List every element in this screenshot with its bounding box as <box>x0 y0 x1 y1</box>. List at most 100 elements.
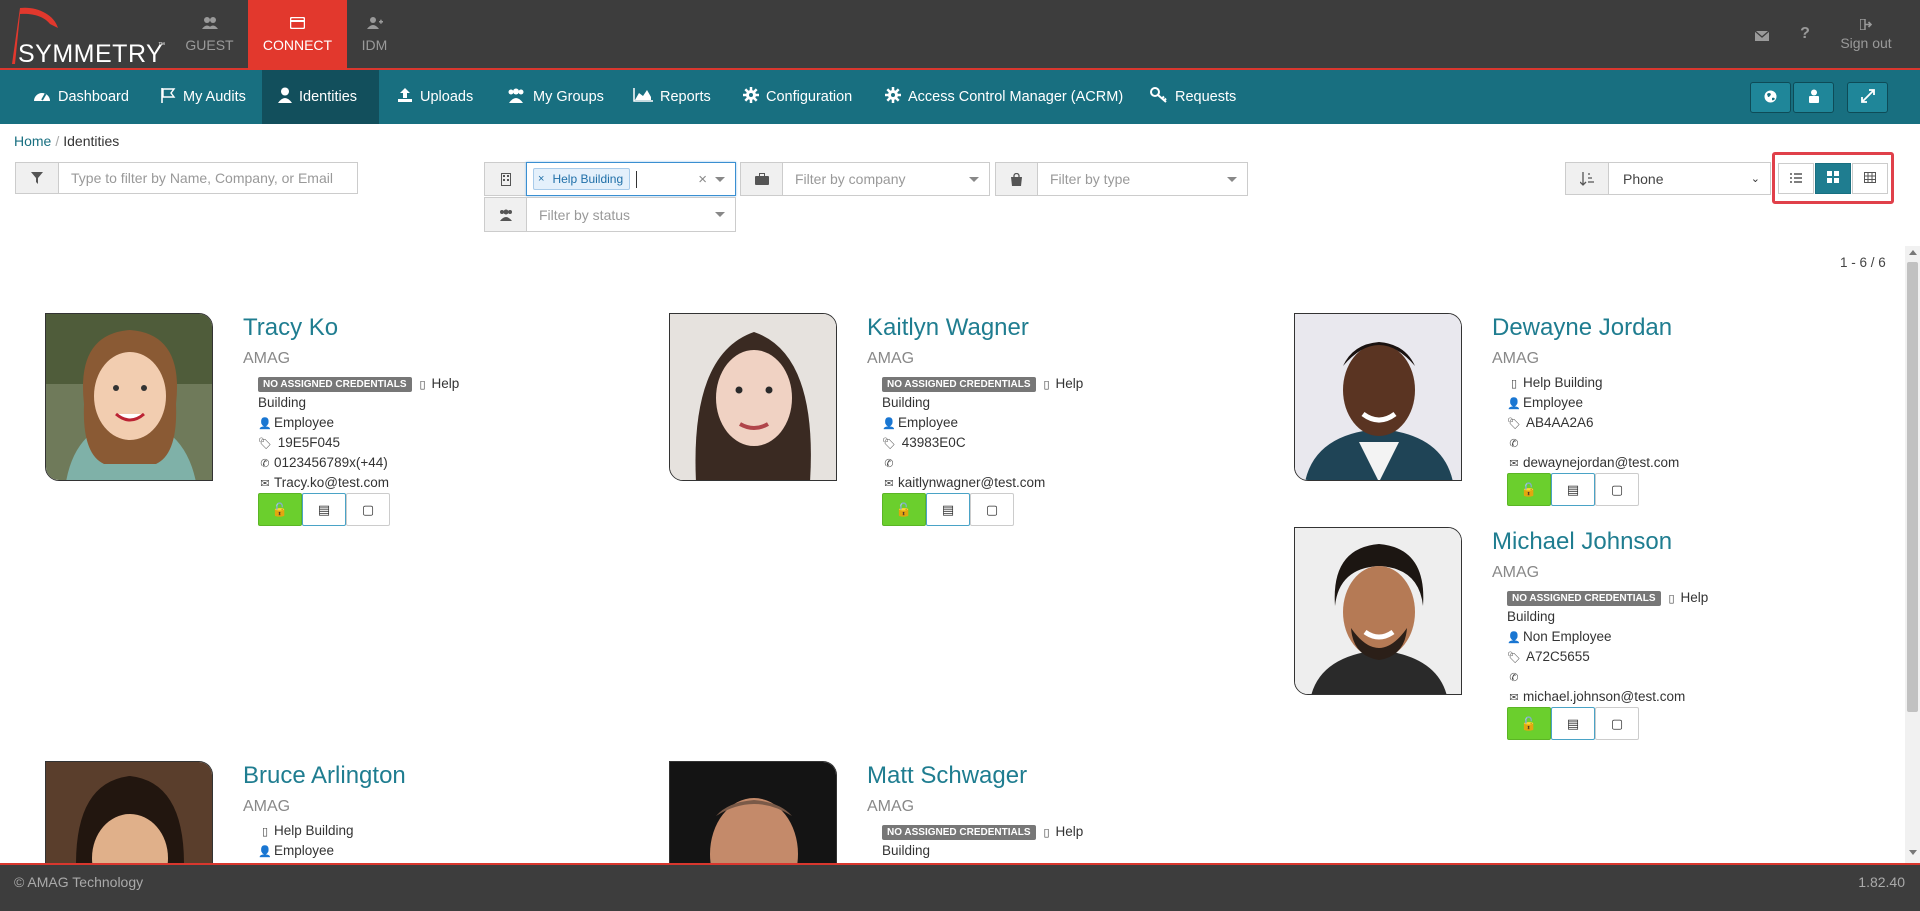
nav-configuration[interactable]: Configuration <box>727 70 868 124</box>
identity-email[interactable]: dewaynejordan@test.com <box>1523 455 1679 470</box>
tag-icon: 🏷 <box>1507 418 1521 430</box>
unlock-icon: 🔓 <box>1520 715 1538 731</box>
identity-photo[interactable] <box>669 761 837 863</box>
list-view-button[interactable] <box>1778 163 1814 194</box>
type-filter-placeholder: Filter by type <box>1050 171 1131 187</box>
status-filter-select[interactable]: Filter by status <box>526 197 736 232</box>
identity-tag: 19E5F045 <box>277 435 341 450</box>
nav-acrm[interactable]: Access Control Manager (ACRM) <box>869 70 1139 124</box>
mail-icon[interactable] <box>1752 28 1772 44</box>
identity-name[interactable]: Tracy Ko <box>243 314 338 342</box>
identity-building: Help Building <box>1523 375 1603 390</box>
identity-building-line: ▯ Help Building <box>1507 375 1603 390</box>
user-icon: 👤 <box>882 418 896 430</box>
identity-email[interactable]: kaitlynwagner@test.com <box>898 475 1045 490</box>
breadcrumb-home[interactable]: Home <box>14 133 51 149</box>
identity-name[interactable]: Michael Johnson <box>1492 528 1672 556</box>
badge-card-button[interactable]: ▤ <box>926 493 970 526</box>
chevron-down-icon[interactable] <box>1227 177 1237 182</box>
nav-reports[interactable]: Reports <box>617 70 727 124</box>
logo-text: SYMMETRY <box>18 40 164 68</box>
sign-out-button[interactable]: Sign out <box>1832 0 1900 70</box>
identity-company: AMAG <box>243 350 291 367</box>
identity-tag: 43983E0C <box>901 435 966 450</box>
dashboard-icon <box>33 88 51 106</box>
type-filter-select[interactable]: Filter by type <box>1037 162 1248 196</box>
sort-select[interactable]: Phone ⌄ <box>1608 162 1771 195</box>
tab-guest-label: GUEST <box>185 37 234 53</box>
identity-tag-line: 🏷 19E5F045 <box>258 435 340 450</box>
identity-photo[interactable] <box>669 313 837 481</box>
chevron-down-icon[interactable] <box>969 177 979 182</box>
envelope-icon: ✉ <box>1509 692 1519 704</box>
unlock-button[interactable]: 🔓 <box>882 493 926 526</box>
help-icon[interactable]: ? <box>1795 25 1815 45</box>
select-checkbox-button[interactable]: ▢ <box>346 493 390 526</box>
badge-card-button[interactable]: ▤ <box>1551 707 1595 740</box>
clear-selection-icon[interactable]: × <box>698 171 707 188</box>
name-filter-input[interactable]: Type to filter by Name, Company, or Emai… <box>58 162 358 194</box>
identity-building-line: Building <box>1507 609 1556 624</box>
identity-photo[interactable] <box>1294 527 1462 695</box>
identity-email[interactable]: Tracy.ko@test.com <box>274 475 389 490</box>
text-cursor <box>636 170 638 188</box>
unlock-button[interactable]: 🔓 <box>1507 473 1551 506</box>
symmetry-logo[interactable]: SYMMETRY ™ <box>6 6 166 68</box>
nav-requests[interactable]: Requests <box>1134 70 1252 124</box>
identity-type-line: 👤 Employee <box>258 843 334 858</box>
scroll-down-arrow-icon[interactable] <box>1909 850 1917 855</box>
lock-user-button[interactable] <box>1793 82 1834 113</box>
tab-guest[interactable]: GUEST <box>160 0 259 70</box>
identity-name[interactable]: Matt Schwager <box>867 762 1027 790</box>
identity-photo[interactable] <box>45 313 213 481</box>
building-icon: ▯ <box>1043 827 1050 839</box>
identity-photo[interactable] <box>45 761 213 863</box>
identity-name[interactable]: Bruce Arlington <box>243 762 406 790</box>
remove-tag-icon[interactable]: × <box>538 173 544 185</box>
identity-company: AMAG <box>1492 564 1540 581</box>
scrollbar-thumb[interactable] <box>1907 262 1918 712</box>
nav-my-audits[interactable]: My Audits <box>144 70 262 124</box>
nav-dashboard[interactable]: Dashboard <box>17 70 145 124</box>
fullscreen-button[interactable] <box>1847 82 1888 113</box>
identity-name[interactable]: Dewayne Jordan <box>1492 314 1672 342</box>
identity-name[interactable]: Kaitlyn Wagner <box>867 314 1029 342</box>
table-view-button[interactable] <box>1852 163 1888 194</box>
footer-version: 1.82.40 <box>1858 874 1905 890</box>
identity-phone-line: ✆ <box>1507 435 1523 450</box>
tab-idm-label: IDM <box>361 37 388 53</box>
select-checkbox-button[interactable]: ▢ <box>970 493 1014 526</box>
globe-button[interactable] <box>1750 82 1791 113</box>
unlock-button[interactable]: 🔓 <box>258 493 302 526</box>
identity-phone-line: ✆ <box>882 455 898 470</box>
unlock-button[interactable]: 🔓 <box>1507 707 1551 740</box>
chevron-down-icon[interactable] <box>715 177 725 182</box>
nav-uploads[interactable]: Uploads <box>381 70 489 124</box>
select-checkbox-button[interactable]: ▢ <box>1595 707 1639 740</box>
scroll-up-arrow-icon[interactable] <box>1909 250 1917 255</box>
identity-type: Employee <box>274 415 335 430</box>
nav-identities[interactable]: Identities <box>262 70 379 124</box>
chevron-down-icon[interactable] <box>715 212 725 217</box>
badge-card-button[interactable]: ▤ <box>1551 473 1595 506</box>
company-filter-select[interactable]: Filter by company <box>782 162 990 196</box>
table-icon <box>1864 171 1876 186</box>
tab-idm[interactable]: IDM <box>325 0 424 70</box>
identity-building-a: Help <box>1055 824 1084 839</box>
identity-email[interactable]: michael.johnson@test.com <box>1523 689 1685 704</box>
building-filter-select[interactable]: × Help Building × <box>526 162 736 196</box>
nav-my-groups[interactable]: My Groups <box>490 70 620 124</box>
card-view-button[interactable] <box>1815 163 1851 194</box>
square-icon: ▢ <box>361 501 375 517</box>
filter-icon <box>15 162 59 194</box>
building-filter-tag[interactable]: × Help Building <box>533 168 631 190</box>
name-filter-placeholder: Type to filter by Name, Company, or Emai… <box>71 170 333 186</box>
identity-photo[interactable] <box>1294 313 1462 481</box>
square-icon: ▢ <box>1610 715 1624 731</box>
breadcrumb-separator: / <box>55 133 60 149</box>
identity-email-line: ✉ kaitlynwagner@test.com <box>882 475 1045 490</box>
nav-uploads-label: Uploads <box>420 89 474 105</box>
identity-tag-line: 🏷 A72C5655 <box>1507 649 1590 664</box>
select-checkbox-button[interactable]: ▢ <box>1595 473 1639 506</box>
badge-card-button[interactable]: ▤ <box>302 493 346 526</box>
